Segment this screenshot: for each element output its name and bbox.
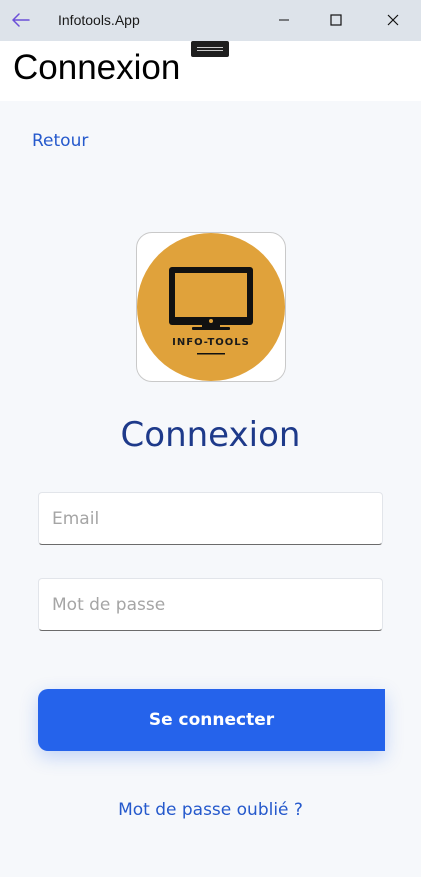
password-field[interactable]	[38, 578, 383, 631]
page-title: Connexion	[13, 48, 181, 87]
app-logo: INFO-TOOLS	[136, 232, 286, 382]
login-button-label: Se connecter	[148, 710, 275, 730]
email-input[interactable]	[39, 493, 382, 544]
logo-text: INFO-TOOLS	[172, 337, 250, 348]
debug-toolbar-handle[interactable]	[191, 41, 229, 57]
window-title: Infotools.App	[58, 12, 140, 28]
window-title-bar: Infotools.App	[0, 0, 421, 41]
minimize-icon[interactable]	[269, 6, 299, 34]
maximize-icon[interactable]	[321, 6, 351, 34]
close-icon[interactable]	[378, 6, 408, 34]
email-field[interactable]	[38, 492, 383, 545]
back-link[interactable]: Retour	[32, 131, 88, 151]
form-title: Connexion	[120, 415, 301, 455]
back-arrow-icon[interactable]	[10, 9, 32, 31]
monitor-icon	[169, 267, 253, 355]
page-header: Connexion	[0, 41, 421, 101]
login-button[interactable]: Se connecter	[38, 689, 385, 751]
forgot-password-link[interactable]: Mot de passe oublié ?	[0, 800, 421, 820]
password-input[interactable]	[39, 579, 382, 630]
